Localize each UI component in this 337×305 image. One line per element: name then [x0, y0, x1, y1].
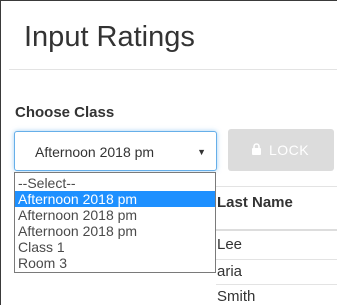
page-title: Input Ratings [24, 21, 195, 53]
lock-button-label: LOCK [269, 142, 310, 158]
class-dropdown-list[interactable]: --Select-- Afternoon 2018 pm Afternoon 2… [14, 172, 216, 273]
lock-button[interactable]: LOCK [228, 129, 334, 171]
class-select-value: Afternoon 2018 pm [35, 144, 155, 160]
choose-class-label: Choose Class [15, 104, 115, 121]
table-cell-last-name: Lee [217, 236, 243, 253]
table-cell-last-name: Smith [217, 288, 256, 305]
table-cell-last-name: aria [217, 263, 243, 280]
row-divider [216, 259, 337, 260]
class-select[interactable]: Afternoon 2018 pm ▼ [14, 131, 217, 171]
dropdown-option[interactable]: Afternoon 2018 pm [15, 207, 215, 223]
column-header-last-name[interactable]: Last Name [217, 194, 293, 211]
table-top-divider [216, 186, 337, 187]
dropdown-option[interactable]: Class 1 [15, 239, 215, 255]
row-divider [216, 284, 337, 285]
dropdown-option-highlighted[interactable]: Afternoon 2018 pm [15, 191, 215, 207]
lock-icon [252, 143, 261, 155]
dropdown-option[interactable]: --Select-- [15, 175, 215, 191]
title-divider [9, 69, 337, 70]
dropdown-option[interactable]: Room 3 [15, 255, 215, 271]
dropdown-option[interactable]: Afternoon 2018 pm [15, 223, 215, 239]
chevron-down-icon: ▼ [197, 147, 206, 157]
table-header-divider [216, 229, 337, 231]
